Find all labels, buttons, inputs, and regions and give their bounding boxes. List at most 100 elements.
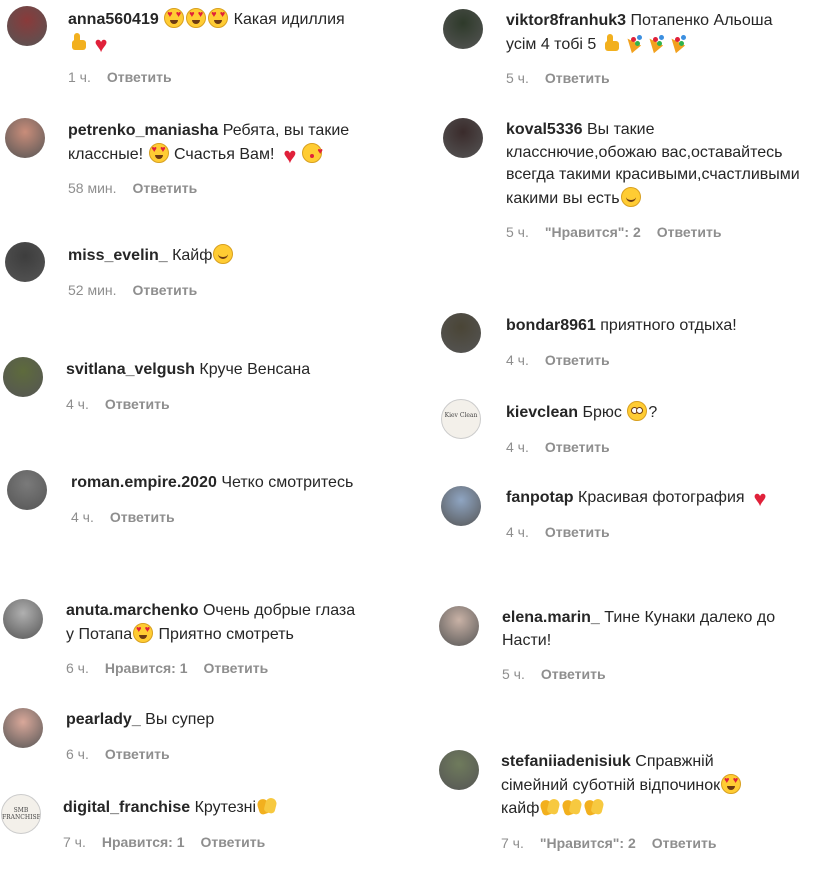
comment-meta: 4 ч. Ответить [71, 509, 371, 525]
comment-timestamp[interactable]: 4 ч. [66, 396, 89, 412]
user-avatar[interactable] [7, 470, 47, 510]
reply-button[interactable]: Ответить [652, 835, 717, 851]
user-avatar[interactable] [443, 118, 483, 158]
reply-button[interactable]: Ответить [201, 834, 266, 850]
comment-text-fragment: Крутезні [194, 799, 257, 816]
comment-meta: 6 ч. Ответить [66, 746, 366, 762]
comment-meta: 1 ч. Ответить [68, 69, 368, 85]
comment-timestamp[interactable]: 58 мин. [68, 180, 117, 196]
flushed-face-emoji [627, 401, 648, 421]
smiling-face-emoji [213, 244, 234, 264]
comment-likes-count[interactable]: Нравится: 1 [102, 834, 185, 850]
comment-timestamp[interactable]: 5 ч. [502, 666, 525, 682]
comment-username[interactable]: anuta.marchenko [66, 602, 198, 619]
comment-username[interactable]: elena.marin_ [502, 609, 600, 626]
comment-meta: 4 ч. Ответить [66, 396, 366, 412]
user-avatar[interactable] [441, 313, 481, 353]
comment-likes-count[interactable]: Нравится: 1 [105, 660, 188, 676]
comment-text-fragment: Четко смотритесь [221, 474, 354, 491]
comment-timestamp[interactable]: 5 ч. [506, 224, 529, 240]
comment-text-fragment: Какая идиллия [229, 11, 345, 28]
comment-timestamp[interactable]: 4 ч. [506, 524, 529, 540]
comment-username[interactable]: bondar8961 [506, 317, 596, 334]
comment-username[interactable]: anna560419 [68, 11, 159, 28]
comment-username[interactable]: koval5336 [506, 121, 583, 138]
heart-eyes-emoji [148, 142, 169, 163]
user-avatar[interactable] [3, 357, 43, 397]
user-avatar[interactable] [5, 242, 45, 282]
comment-text-fragment: кайф [501, 800, 540, 817]
comment-text: stefaniiadenisiuk Справжній сімейний суб… [501, 751, 761, 821]
comment-timestamp[interactable]: 4 ч. [71, 509, 94, 525]
thumbs-up-emoji [602, 33, 622, 53]
comment-meta: 58 мин. Ответить [68, 180, 368, 196]
comment-timestamp[interactable]: 1 ч. [68, 69, 91, 85]
comment-likes-count[interactable]: "Нравится": 2 [545, 224, 641, 240]
comment-timestamp[interactable]: 52 мин. [68, 282, 117, 298]
comment-username[interactable]: roman.empire.2020 [71, 474, 217, 491]
comment-username[interactable]: svitlana_velgush [66, 361, 195, 378]
comment-timestamp[interactable]: 4 ч. [506, 439, 529, 455]
kissing-face-emoji [301, 140, 323, 163]
comment-likes-count[interactable]: "Нравится": 2 [540, 835, 636, 851]
comment-timestamp[interactable]: 7 ч. [501, 835, 524, 851]
party-popper-emoji [624, 33, 644, 53]
comment-text-fragment: Брюс [582, 404, 627, 421]
comment-username[interactable]: digital_franchise [63, 799, 190, 816]
reply-button[interactable]: Ответить [545, 439, 610, 455]
comment-username[interactable]: stefaniiadenisiuk [501, 753, 631, 770]
user-avatar[interactable] [443, 9, 483, 49]
user-avatar[interactable] [439, 606, 479, 646]
heart-eyes-emoji [208, 8, 229, 28]
comment-meta: 52 мин. Ответить [68, 282, 368, 298]
comment-text: roman.empire.2020 Четко смотритесь [71, 472, 371, 495]
smiling-face-emoji [620, 186, 641, 207]
comment-username[interactable]: viktor8franhuk3 [506, 12, 626, 29]
reply-button[interactable]: Ответить [105, 746, 170, 762]
party-popper-emoji [668, 33, 688, 53]
reply-button[interactable]: Ответить [133, 282, 198, 298]
comment-timestamp[interactable]: 6 ч. [66, 746, 89, 762]
user-avatar[interactable] [3, 708, 43, 748]
comment-text: kievclean Брюс ? [506, 401, 806, 425]
user-avatar[interactable]: SMB FRANCHISE [1, 794, 41, 834]
comment-text: fanpotap Красивая фотография [506, 487, 806, 510]
avatar-logo-text: SMB FRANCHISE [2, 807, 41, 821]
comment-meta: 7 ч. "Нравится": 2 Ответить [501, 835, 761, 851]
reply-button[interactable]: Ответить [545, 70, 610, 86]
comment-username[interactable]: kievclean [506, 404, 578, 421]
avatar-logo-text: Kiev Clean [444, 412, 478, 419]
reply-button[interactable]: Ответить [545, 524, 610, 540]
user-avatar[interactable] [439, 750, 479, 790]
user-avatar[interactable] [441, 486, 481, 526]
clapping-hands-emoji [584, 797, 604, 817]
user-avatar[interactable]: Kiev Clean [441, 399, 481, 439]
comment-text: digital_franchise Крутезні [63, 796, 363, 820]
reply-button[interactable]: Ответить [204, 660, 269, 676]
comment-username[interactable]: miss_evelin_ [68, 247, 168, 264]
heart-eyes-emoji [186, 8, 207, 28]
comment-text-fragment: Счастья Вам! [169, 145, 279, 163]
comment-timestamp[interactable]: 6 ч. [66, 660, 89, 676]
reply-button[interactable]: Ответить [657, 224, 722, 240]
comment-timestamp[interactable]: 5 ч. [506, 70, 529, 86]
comment-text: petrenko_maniasha Ребята, вы такие класс… [68, 120, 368, 166]
reply-button[interactable]: Ответить [105, 396, 170, 412]
comment-text-fragment: Круче Венсана [199, 361, 311, 378]
reply-button[interactable]: Ответить [545, 352, 610, 368]
comment-username[interactable]: pearlady_ [66, 711, 141, 728]
user-avatar[interactable] [7, 6, 47, 46]
user-avatar[interactable] [3, 599, 43, 639]
red-heart-emoji [280, 146, 300, 166]
reply-button[interactable]: Ответить [541, 666, 606, 682]
comment-text-fragment: приятного отдыха! [600, 317, 737, 334]
user-avatar[interactable] [5, 118, 45, 158]
reply-button[interactable]: Ответить [110, 509, 175, 525]
comment-username[interactable]: petrenko_maniasha [68, 122, 218, 139]
comment-username[interactable]: fanpotap [506, 489, 574, 506]
reply-button[interactable]: Ответить [133, 180, 198, 196]
comment-timestamp[interactable]: 7 ч. [63, 834, 86, 850]
reply-button[interactable]: Ответить [107, 69, 172, 85]
comment-timestamp[interactable]: 4 ч. [506, 352, 529, 368]
comment-text: elena.marin_ Тине Кунаки далеко до Насти… [502, 607, 802, 652]
